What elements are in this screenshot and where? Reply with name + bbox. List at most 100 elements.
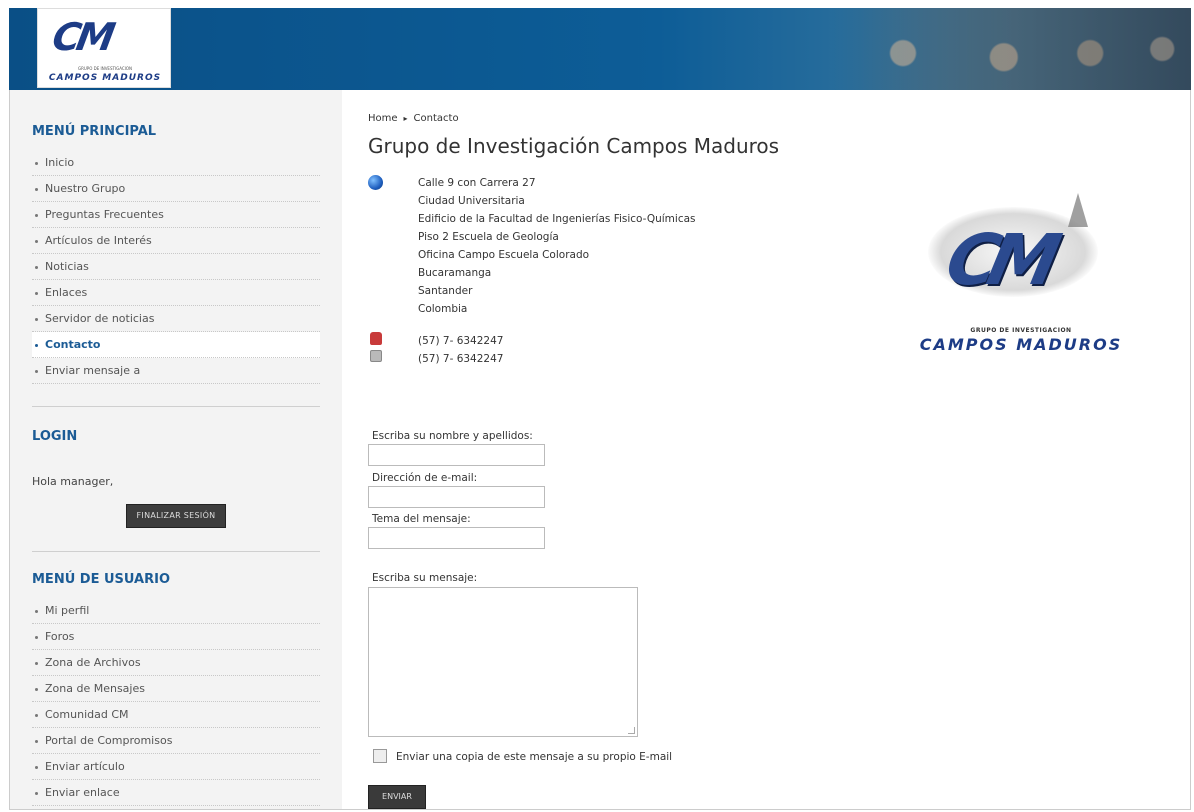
contact-numbers: (57) 7- 6342247 (57) 7- 6342247	[418, 332, 503, 368]
bullet-icon	[35, 161, 38, 165]
main-menu-item-active[interactable]: Contacto	[32, 332, 320, 358]
address-line: Calle 9 con Carrera 27	[418, 177, 536, 189]
bullet-icon	[35, 661, 38, 665]
menu-item-label: Noticias	[45, 260, 89, 273]
sidebar-divider	[32, 406, 320, 407]
message-textarea[interactable]	[368, 587, 638, 737]
bullet-icon	[35, 765, 38, 769]
breadcrumb-home-link[interactable]: Home	[368, 113, 398, 124]
logo-name: CAMPOS MADUROS	[48, 73, 162, 83]
bullet-icon	[35, 213, 38, 217]
menu-item-label: Portal de Compromisos	[45, 734, 173, 747]
main-menu: Inicio Nuestro Grupo Preguntas Frecuente…	[32, 150, 320, 384]
page-title: Grupo de Investigación Campos Maduros	[368, 134, 780, 158]
bullet-icon	[35, 343, 38, 347]
bullet-icon	[35, 791, 38, 795]
menu-item-label: Zona de Mensajes	[45, 682, 145, 695]
name-field[interactable]	[368, 444, 545, 466]
bullet-icon	[35, 609, 38, 613]
logo-tagline: GRUPO DE INVESTIGACION	[970, 327, 1072, 334]
main-menu-item[interactable]: Servidor de noticias	[32, 306, 320, 332]
logo-mark: CM	[939, 219, 1058, 301]
oil-derrick-icon	[1068, 193, 1088, 227]
message-label: Escriba su mensaje:	[372, 572, 478, 584]
address-line: Colombia	[418, 303, 468, 315]
address-line: Piso 2 Escuela de Geología	[418, 231, 559, 243]
user-menu-item[interactable]: Mi perfil	[32, 598, 320, 624]
main-menu-item[interactable]: Nuestro Grupo	[32, 176, 320, 202]
logo-name: CAMPOS MADUROS	[919, 335, 1123, 354]
site-header: CM GRUPO DE INVESTIGACION CAMPOS MADUROS	[9, 8, 1191, 90]
subject-label: Tema del mensaje:	[372, 513, 471, 525]
user-menu: Mi perfil Foros Zona de Archivos Zona de…	[32, 598, 320, 806]
phone-icon	[370, 332, 382, 345]
logo-tagline: GRUPO DE INVESTIGACION	[78, 66, 132, 71]
sidebar-divider	[32, 551, 320, 552]
breadcrumb-current: Contacto	[413, 113, 459, 124]
menu-item-label: Zona de Archivos	[45, 656, 141, 669]
bullet-icon	[35, 635, 38, 639]
login-title: LOGIN	[32, 429, 78, 444]
send-copy-checkbox[interactable]	[373, 749, 387, 763]
breadcrumb: Home ▸ Contacto	[368, 113, 459, 124]
menu-item-label: Comunidad CM	[45, 708, 129, 721]
logout-button[interactable]: FINALIZAR SESIÓN	[126, 504, 226, 528]
fax-icon	[370, 350, 382, 362]
menu-item-label: Foros	[45, 630, 75, 643]
bullet-icon	[35, 187, 38, 191]
main-menu-item[interactable]: Noticias	[32, 254, 320, 280]
send-button[interactable]: ENVIAR	[368, 785, 426, 809]
main-menu-title: MENÚ PRINCIPAL	[32, 124, 157, 139]
bullet-icon	[35, 369, 38, 373]
address-line: Bucaramanga	[418, 267, 492, 279]
user-menu-item[interactable]: Enviar artículo	[32, 754, 320, 780]
bullet-icon	[35, 739, 38, 743]
menu-item-label: Servidor de noticias	[45, 312, 155, 325]
menu-item-label: Artículos de Interés	[45, 234, 152, 247]
menu-item-label: Mi perfil	[45, 604, 90, 617]
menu-item-label: Contacto	[45, 338, 101, 351]
menu-item-label: Nuestro Grupo	[45, 182, 126, 195]
address-line: Oficina Campo Escuela Colorado	[418, 249, 590, 261]
group-logo: CM GRUPO DE INVESTIGACION CAMPOS MADUROS	[918, 177, 1124, 357]
bullet-icon	[35, 713, 38, 717]
name-label: Escriba su nombre y apellidos:	[372, 430, 533, 442]
menu-item-label: Preguntas Frecuentes	[45, 208, 164, 221]
main-menu-item[interactable]: Inicio	[32, 150, 320, 176]
menu-item-label: Enviar enlace	[45, 786, 120, 799]
address-icon	[368, 175, 383, 190]
main-menu-item[interactable]: Enlaces	[32, 280, 320, 306]
sidebar: MENÚ PRINCIPAL Inicio Nuestro Grupo Preg…	[10, 90, 342, 809]
send-copy-label[interactable]: Enviar una copia de este mensaje a su pr…	[396, 751, 672, 763]
user-menu-item[interactable]: Enviar enlace	[32, 780, 320, 806]
email-field[interactable]	[368, 486, 545, 508]
user-menu-item[interactable]: Zona de Archivos	[32, 650, 320, 676]
logo-mark: CM	[49, 15, 115, 59]
fax-number: (57) 7- 6342247	[418, 353, 504, 365]
user-menu-item[interactable]: Comunidad CM	[32, 702, 320, 728]
main-menu-item[interactable]: Artículos de Interés	[32, 228, 320, 254]
subject-field[interactable]	[368, 527, 545, 549]
menu-item-label: Enlaces	[45, 286, 88, 299]
bullet-icon	[35, 239, 38, 243]
address-line: Santander	[418, 285, 473, 297]
phone-number: (57) 7- 6342247	[418, 335, 504, 347]
resize-grip-icon[interactable]	[628, 727, 635, 734]
address-line: Ciudad Universitaria	[418, 195, 525, 207]
user-menu-item[interactable]: Portal de Compromisos	[32, 728, 320, 754]
site-logo[interactable]: CM GRUPO DE INVESTIGACION CAMPOS MADUROS	[37, 8, 171, 88]
address-block: Calle 9 con Carrera 27 Ciudad Universita…	[418, 174, 696, 318]
main-menu-item[interactable]: Enviar mensaje a	[32, 358, 320, 384]
address-line: Edificio de la Facultad de Ingenierías F…	[418, 213, 696, 225]
main-menu-item[interactable]: Preguntas Frecuentes	[32, 202, 320, 228]
header-photo	[831, 8, 1191, 90]
user-menu-item[interactable]: Zona de Mensajes	[32, 676, 320, 702]
login-greeting: Hola manager,	[32, 475, 114, 488]
bullet-icon	[35, 265, 38, 269]
menu-item-label: Enviar artículo	[45, 760, 125, 773]
user-menu-title: MENÚ DE USUARIO	[32, 572, 171, 587]
user-menu-item[interactable]: Foros	[32, 624, 320, 650]
bullet-icon	[35, 317, 38, 321]
email-label: Dirección de e-mail:	[372, 472, 478, 484]
menu-item-label: Enviar mensaje a	[45, 364, 141, 377]
